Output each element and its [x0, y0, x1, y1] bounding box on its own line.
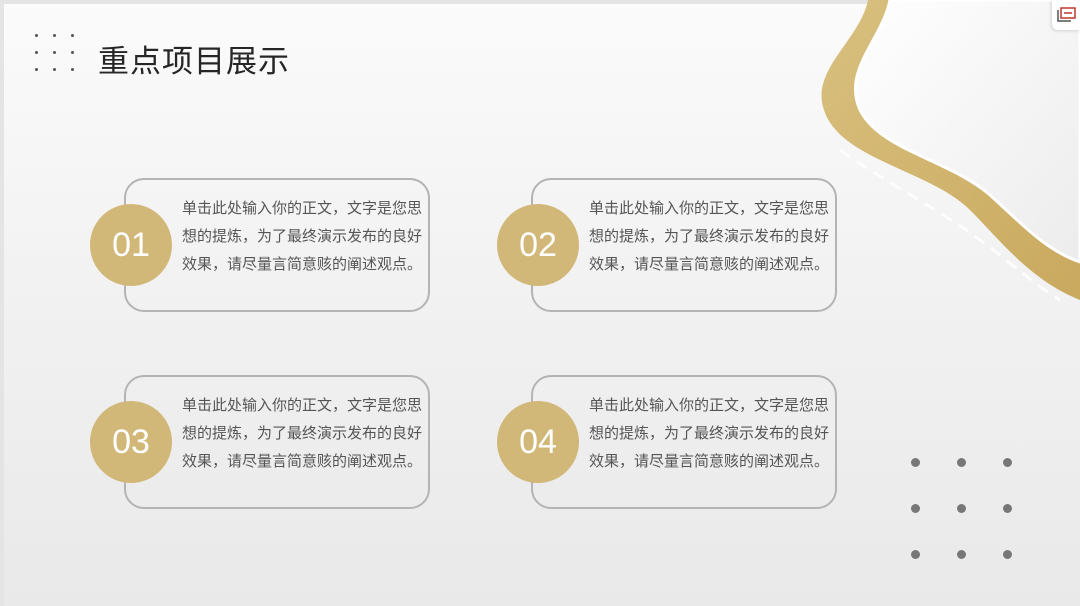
card-body-text: 单击此处输入你的正文，文字是您思想的提炼，为了最终演示发布的良好效果，请尽量言简…: [589, 199, 830, 273]
slide: 重点项目展示 单击此处输入你的正文，文字是您思想的提炼，为了最终演示发布的良好效…: [0, 0, 1080, 606]
dot-grid-small: [33, 32, 81, 76]
number-badge-02: 02: [497, 204, 579, 286]
page-title: 重点项目展示: [98, 44, 290, 80]
card-body-text: 单击此处输入你的正文，文字是您思想的提炼，为了最终演示发布的良好效果，请尽量言简…: [182, 396, 423, 470]
card-body-text: 单击此处输入你的正文，文字是您思想的提炼，为了最终演示发布的良好效果，请尽量言简…: [589, 396, 830, 470]
gold-wave-decoration: [821, 0, 1080, 302]
number-badge-01: 01: [90, 204, 172, 286]
frame-border-left: [0, 0, 4, 606]
number-badge-03: 03: [90, 401, 172, 483]
slide-link-icon[interactable]: [1052, 0, 1080, 30]
number-badge-04: 04: [497, 401, 579, 483]
dot-grid-large: [906, 454, 1018, 562]
card-body-text: 单击此处输入你的正文，文字是您思想的提炼，为了最终演示发布的良好效果，请尽量言简…: [182, 199, 423, 273]
